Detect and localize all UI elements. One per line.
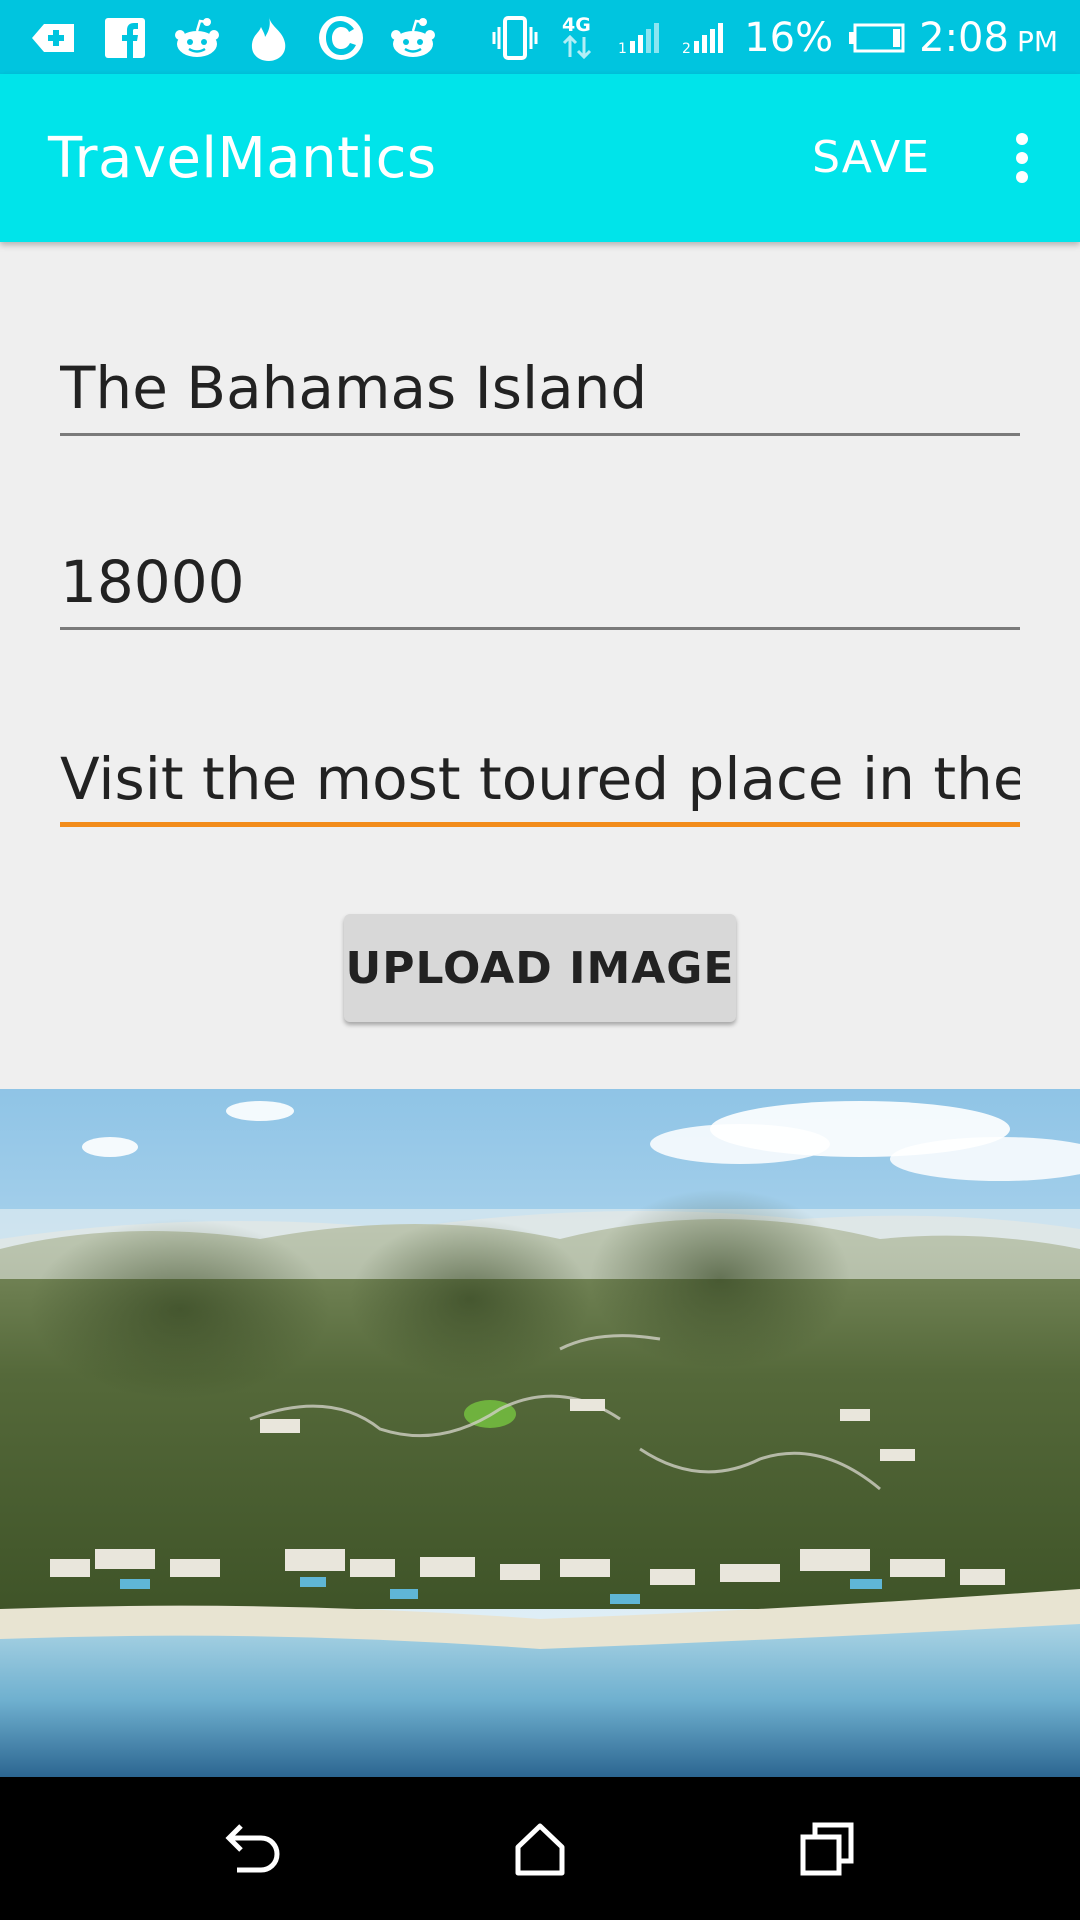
- description-field-text: Visit the most toured place in the w: [60, 745, 1020, 813]
- save-button[interactable]: SAVE: [812, 132, 930, 183]
- network-4g-icon: 4G: [554, 13, 602, 63]
- status-bar: 4G 1 2 16% 2:08 PM: [0, 0, 1080, 74]
- title-field-text: The Bahamas Island: [60, 354, 648, 422]
- clock: 2:08 PM: [919, 15, 1058, 61]
- opera-icon: [316, 13, 366, 63]
- hospital-plus-icon: [28, 13, 78, 63]
- back-icon[interactable]: [206, 1807, 296, 1891]
- battery-icon: [847, 13, 905, 63]
- signal-1-icon: 1: [616, 13, 666, 63]
- tinder-icon: [244, 13, 294, 63]
- battery-percent: 16%: [744, 15, 834, 61]
- facebook-icon: [100, 13, 150, 63]
- system-status: 4G 1 2 16% 2:08 PM: [490, 8, 1058, 68]
- notification-icons: [28, 10, 438, 66]
- svg-text:4G: 4G: [562, 14, 591, 36]
- signal-2-icon: 2: [680, 13, 730, 63]
- navigation-bar: [0, 1777, 1080, 1920]
- title-field[interactable]: The Bahamas Island: [60, 354, 1020, 436]
- more-vert-icon[interactable]: [1002, 132, 1042, 184]
- uploaded-image: [0, 1089, 1080, 1777]
- description-field[interactable]: Visit the most toured place in the w: [60, 745, 1020, 827]
- app-bar: TravelMantics SAVE: [0, 74, 1080, 242]
- home-icon[interactable]: [495, 1807, 585, 1891]
- reddit-icon: [172, 13, 222, 63]
- clock-time: 2:08: [919, 15, 1009, 61]
- app-title: TravelMantics: [48, 126, 437, 191]
- price-field[interactable]: 18000: [60, 548, 1020, 630]
- reddit-icon: [388, 13, 438, 63]
- upload-image-button[interactable]: UPLOAD IMAGE: [344, 914, 736, 1022]
- clock-suffix: PM: [1016, 25, 1058, 58]
- vibrate-icon: [490, 13, 540, 63]
- price-field-text: 18000: [60, 548, 245, 616]
- svg-text:2: 2: [682, 41, 691, 55]
- svg-text:1: 1: [618, 41, 627, 55]
- recents-icon[interactable]: [782, 1807, 872, 1891]
